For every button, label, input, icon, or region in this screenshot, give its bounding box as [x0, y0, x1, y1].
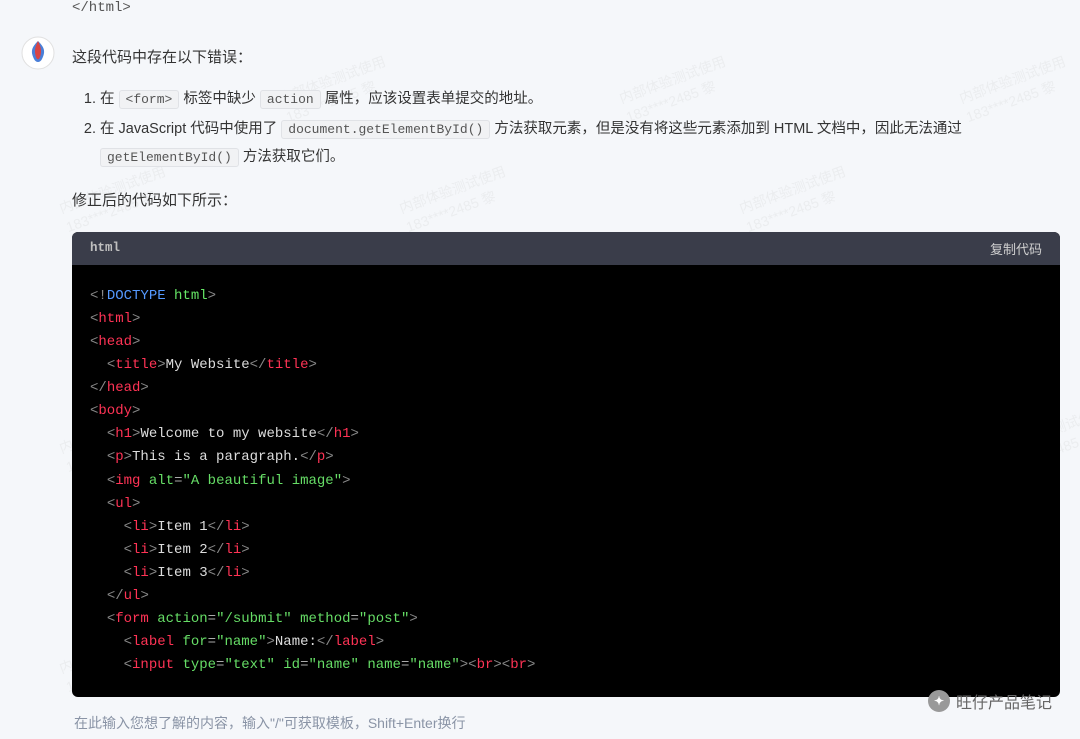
- error-item-1: 在 <form> 标签中缺少 action 属性，应该设置表单提交的地址。: [100, 85, 1060, 113]
- intro-text: 这段代码中存在以下错误：: [72, 44, 1060, 73]
- code-block: html 复制代码 <!DOCTYPE html> <html> <head> …: [72, 232, 1060, 698]
- fixed-code-label: 修正后的代码如下所示：: [72, 187, 1060, 216]
- code-language-label: html: [90, 241, 120, 255]
- inline-code-action: action: [260, 90, 321, 109]
- brand-text: 旺仔产品笔记: [956, 689, 1052, 713]
- code-header: html 复制代码: [72, 232, 1060, 265]
- assistant-avatar: [20, 35, 56, 71]
- inline-code-getelementbyid2: getElementById(): [100, 148, 239, 167]
- error-item-2: 在 JavaScript 代码中使用了 document.getElementB…: [100, 115, 1060, 172]
- inline-code-form: <form>: [119, 90, 180, 109]
- closing-tag-text: </html>: [72, 0, 1060, 16]
- copy-code-button[interactable]: 复制代码: [990, 239, 1042, 258]
- code-content[interactable]: <!DOCTYPE html> <html> <head> <title>My …: [72, 265, 1060, 698]
- brand-footer: ✦ 旺仔产品笔记: [928, 689, 1052, 713]
- brand-icon: ✦: [928, 690, 950, 712]
- inline-code-getelementbyid: document.getElementById(): [281, 120, 490, 139]
- chat-input-placeholder[interactable]: 在此输入您想了解的内容，输入"/"可获取模板，Shift+Enter换行: [72, 707, 1060, 739]
- error-list: 在 <form> 标签中缺少 action 属性，应该设置表单提交的地址。 在 …: [72, 85, 1060, 172]
